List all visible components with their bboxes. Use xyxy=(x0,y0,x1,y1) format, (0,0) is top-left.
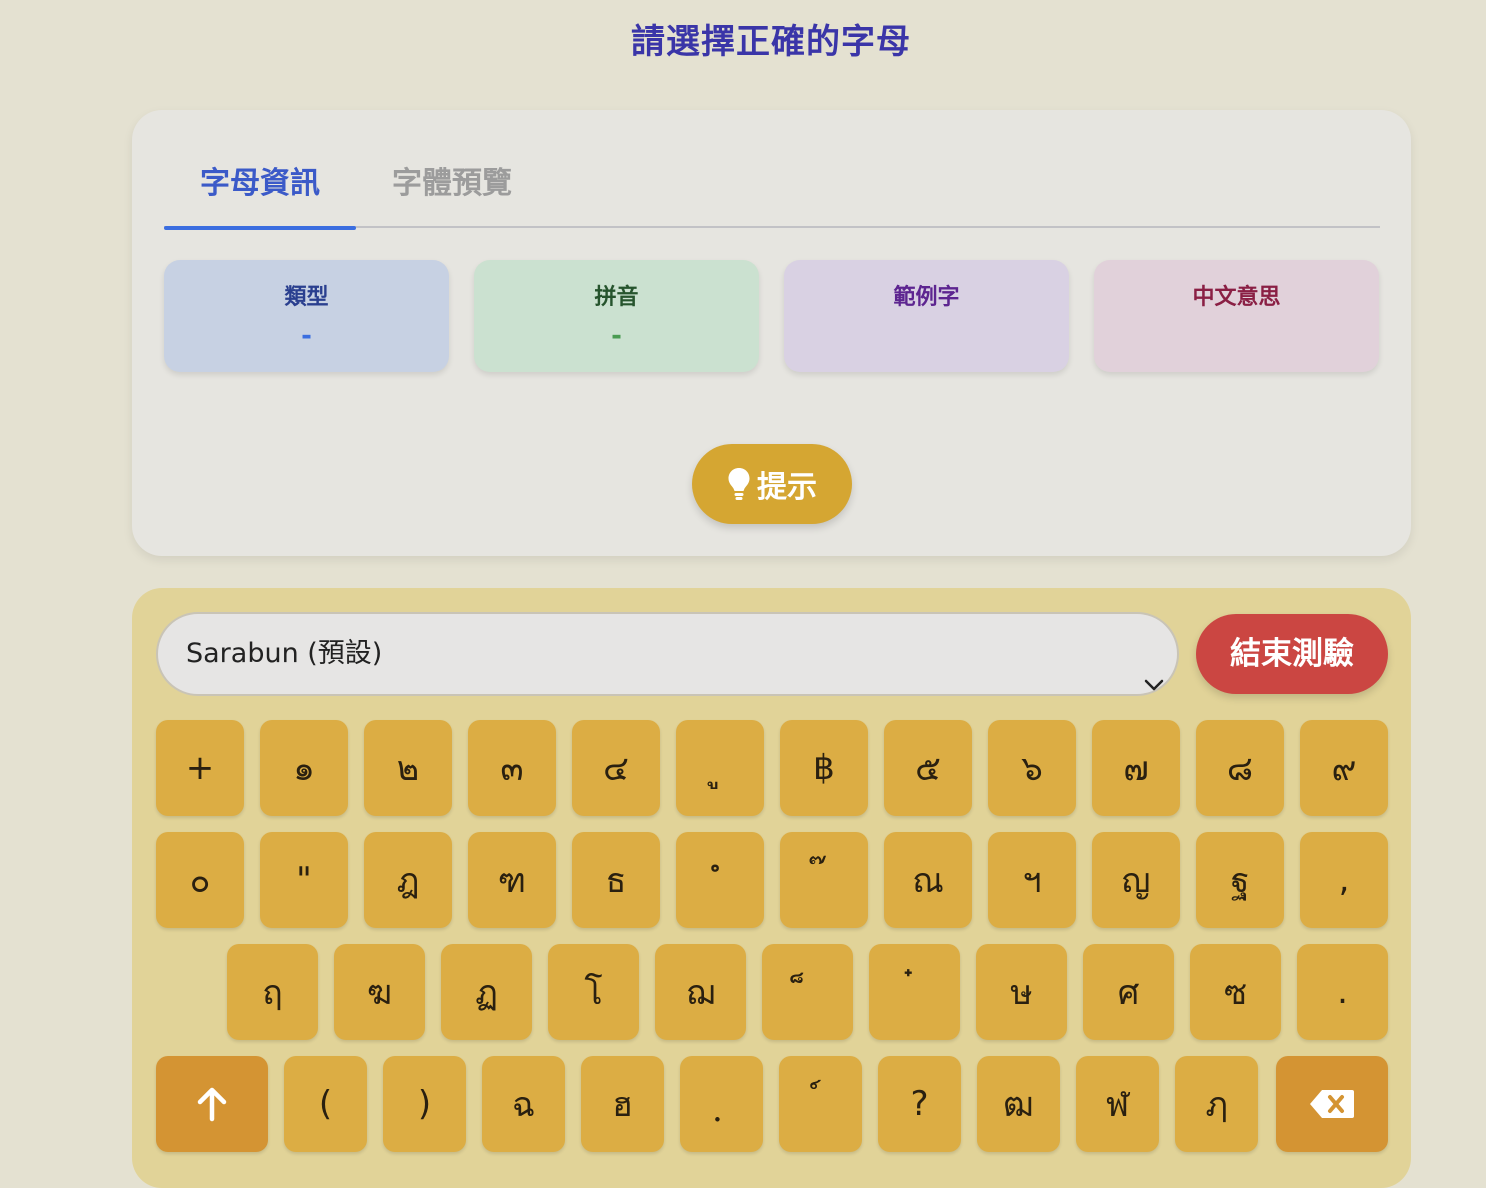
key[interactable]: ซ xyxy=(1190,944,1281,1040)
key[interactable]: " xyxy=(260,832,348,928)
pinyin-label: 拼音 xyxy=(594,285,639,310)
key[interactable]: ญ xyxy=(1092,832,1180,928)
chevron-down-icon xyxy=(1143,645,1165,691)
key[interactable]: ณ xyxy=(884,832,972,928)
keyboard-panel: Sarabun (預設) 結束測驗 +๑๒๓๔ู฿๕๖๗๘๙๐"ฎฑธํ๊ณฯญ… xyxy=(132,588,1411,1188)
key[interactable]: ฌ xyxy=(655,944,746,1040)
page-title: 請選擇正確的字母 xyxy=(631,22,911,62)
hint-button[interactable]: 提示 xyxy=(692,444,852,524)
key[interactable]: ( xyxy=(284,1056,367,1152)
shift-key[interactable] xyxy=(156,1056,268,1152)
key[interactable]: ๑ xyxy=(260,720,348,816)
key[interactable]: ์ xyxy=(779,1056,862,1152)
key[interactable]: ฐ xyxy=(1196,832,1284,928)
info-box-pinyin: 拼音 - xyxy=(474,260,759,372)
key[interactable]: ฮ xyxy=(581,1056,664,1152)
key[interactable]: ๒ xyxy=(364,720,452,816)
key[interactable]: ฑ xyxy=(468,832,556,928)
key[interactable]: ๗ xyxy=(1092,720,1180,816)
key[interactable]: ๘ xyxy=(1196,720,1284,816)
key[interactable]: . xyxy=(1297,944,1388,1040)
type-value: - xyxy=(301,321,312,351)
example-value xyxy=(784,321,1069,351)
key[interactable]: ๖ xyxy=(988,720,1076,816)
key[interactable]: ฺ xyxy=(680,1056,763,1152)
key[interactable]: ฉ xyxy=(482,1056,565,1152)
font-select-value: Sarabun (預設) xyxy=(186,638,383,669)
key[interactable]: , xyxy=(1300,832,1388,928)
key[interactable]: ็ xyxy=(762,944,853,1040)
key[interactable]: ฎ xyxy=(364,832,452,928)
font-select[interactable]: Sarabun (預設) xyxy=(156,612,1179,696)
example-label: 範例字 xyxy=(893,285,960,310)
key[interactable]: + xyxy=(156,720,244,816)
key[interactable]: ฒ xyxy=(977,1056,1060,1152)
tab-font-preview[interactable]: 字體預覽 xyxy=(356,160,548,228)
key[interactable]: ธ xyxy=(572,832,660,928)
key[interactable]: ๋ xyxy=(869,944,960,1040)
pinyin-value: - xyxy=(611,321,622,351)
key[interactable]: ๕ xyxy=(884,720,972,816)
key[interactable]: ๙ xyxy=(1300,720,1388,816)
key[interactable]: ฆ xyxy=(334,944,425,1040)
hint-label: 提示 xyxy=(757,471,817,504)
key[interactable]: ฿ xyxy=(780,720,868,816)
key[interactable]: ๐ xyxy=(156,832,244,928)
backspace-key[interactable] xyxy=(1276,1056,1388,1152)
key[interactable]: ู xyxy=(676,720,764,816)
tab-letter-info[interactable]: 字母資訊 xyxy=(164,160,356,230)
key[interactable]: ฤ xyxy=(227,944,318,1040)
key[interactable]: ฯ xyxy=(988,832,1076,928)
lightbulb-icon xyxy=(727,467,751,501)
arrow-up-icon xyxy=(195,1086,229,1122)
key[interactable]: ฦ xyxy=(1175,1056,1258,1152)
key[interactable]: ๔ xyxy=(572,720,660,816)
backspace-icon xyxy=(1308,1088,1356,1120)
key[interactable]: ? xyxy=(878,1056,961,1152)
key[interactable]: โ xyxy=(548,944,639,1040)
key[interactable]: ) xyxy=(383,1056,466,1152)
key[interactable]: ศ xyxy=(1083,944,1174,1040)
key[interactable]: ฏ xyxy=(441,944,532,1040)
info-card: 字母資訊 字體預覽 類型 - 拼音 - 範例字 中文意思 提示 xyxy=(132,110,1411,556)
info-box-meaning: 中文意思 xyxy=(1094,260,1379,372)
key[interactable]: ษ xyxy=(976,944,1067,1040)
end-quiz-button[interactable]: 結束測驗 xyxy=(1196,614,1388,694)
info-box-example: 範例字 xyxy=(784,260,1069,372)
key[interactable]: ๓ xyxy=(468,720,556,816)
key[interactable]: ํ xyxy=(676,832,764,928)
meaning-label: 中文意思 xyxy=(1192,285,1281,310)
key[interactable]: ฬ xyxy=(1076,1056,1159,1152)
info-box-type: 類型 - xyxy=(164,260,449,372)
type-label: 類型 xyxy=(284,285,329,310)
meaning-value xyxy=(1094,321,1379,351)
tab-bar: 字母資訊 字體預覽 xyxy=(164,160,1380,230)
key[interactable]: ๊ xyxy=(780,832,868,928)
